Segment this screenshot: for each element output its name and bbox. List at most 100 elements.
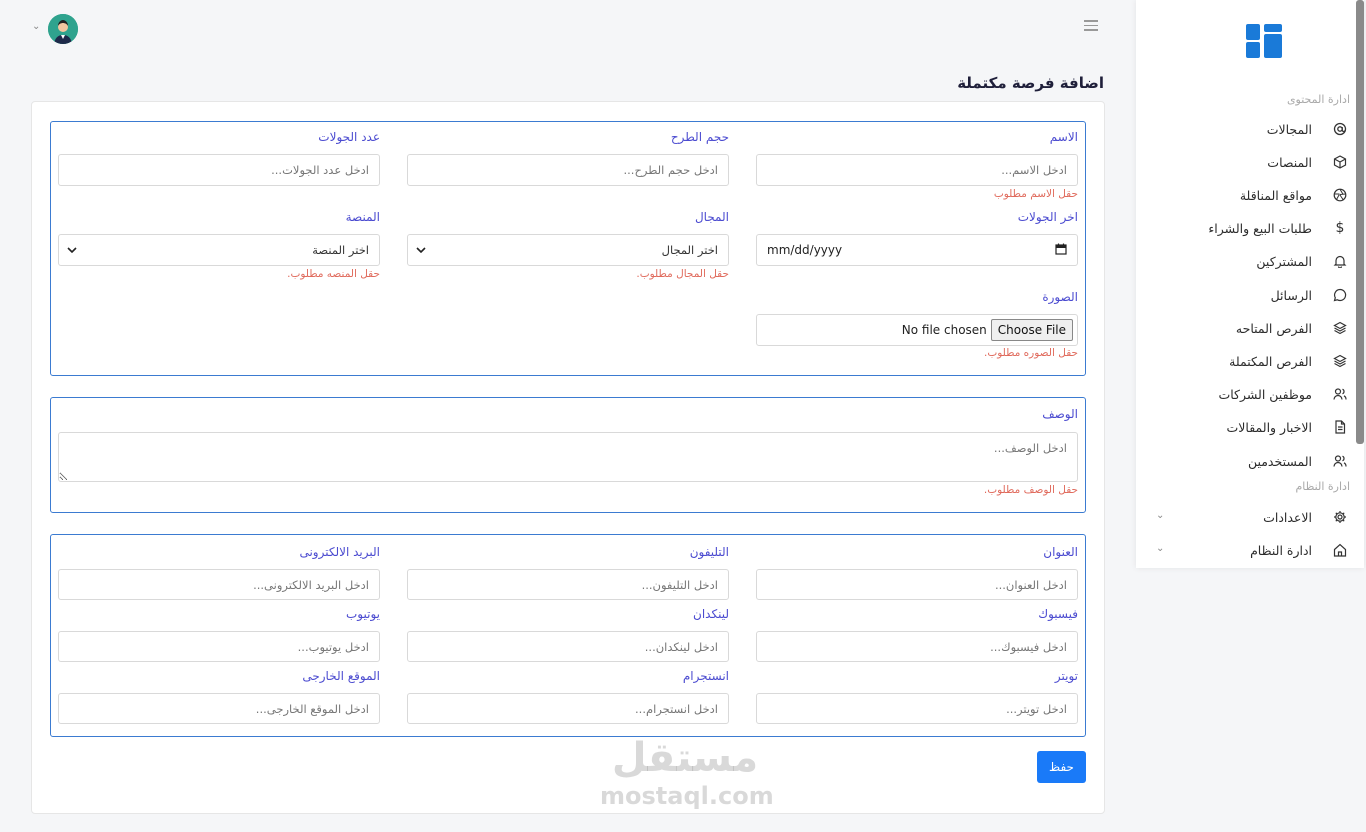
sidebar-scrollbar[interactable]	[1356, 0, 1364, 444]
youtube-input[interactable]	[58, 631, 380, 662]
sidebar-item-news-articles[interactable]: الاخبار والمقالات	[1138, 414, 1350, 440]
sidebar-item-label: الفرص المتاحه	[1235, 320, 1312, 336]
page-title: اضافة فرصة مكتملة	[957, 74, 1104, 92]
rounds-count-label: عدد الجولات	[318, 130, 380, 144]
bell-icon	[1330, 251, 1350, 271]
chevron-down-icon: ⌄	[1156, 543, 1165, 554]
chevron-down-icon[interactable]: ⌄	[32, 21, 40, 32]
platform-error: حقل المنصه مطلوب.	[287, 268, 380, 280]
file-icon	[1330, 417, 1350, 437]
sidebar-item-platforms[interactable]: المنصات	[1138, 149, 1350, 175]
pitch-size-input[interactable]	[407, 154, 729, 186]
sidebar-item-label: طلبات البيع والشراء	[1208, 220, 1312, 236]
description-error: حقل الوصف مطلوب.	[983, 484, 1078, 496]
layers-icon	[1330, 351, 1350, 371]
sidebar-item-system-admin[interactable]: ادارة النظام ⌄	[1138, 537, 1350, 563]
watermark-arabic: مستقل	[611, 735, 759, 781]
rounds-count-input[interactable]	[58, 154, 380, 186]
dollar-icon: $	[1335, 220, 1345, 236]
image-label: الصورة	[1042, 290, 1078, 304]
watermark: مستقل mostaql.com	[600, 734, 774, 810]
twitter-label: تويتر	[1054, 669, 1078, 683]
choose-file-button[interactable]: Choose File	[990, 319, 1073, 341]
sidebar-item-label: مواقع المناقلة	[1239, 187, 1312, 203]
users-icon	[1330, 451, 1350, 471]
platform-label: المنصة	[345, 210, 380, 224]
sidebar-item-fields[interactable]: المجالات	[1138, 116, 1350, 142]
field-error: حقل المجال مطلوب.	[636, 268, 729, 280]
image-error: حقل الصوره مطلوب.	[983, 347, 1078, 359]
website-label: الموقع الخارجى	[302, 669, 380, 683]
chevron-down-icon	[67, 245, 77, 256]
layers-icon	[1330, 318, 1350, 338]
chevron-down-icon	[416, 245, 426, 256]
box-icon	[1330, 152, 1350, 172]
sidebar-item-label: الرسائل	[1270, 287, 1312, 303]
chevron-down-icon: ⌄	[1156, 510, 1165, 521]
sidebar-item-label: الاخبار والمقالات	[1226, 419, 1313, 435]
email-input[interactable]	[58, 569, 380, 600]
section-title-system: ادارة النظام	[1295, 480, 1351, 493]
users-icon	[1330, 384, 1350, 404]
description-textarea[interactable]	[58, 432, 1078, 482]
name-label: الاسم	[1049, 130, 1078, 144]
sidebar-item-label: المنصات	[1267, 154, 1312, 170]
logo-icon[interactable]	[1246, 24, 1282, 60]
website-input[interactable]	[58, 693, 380, 724]
sidebar-item-label: موظفين الشركات	[1218, 386, 1312, 402]
platform-select-value: اختر المنصة	[312, 243, 369, 257]
save-button[interactable]: حفظ	[1037, 751, 1086, 783]
instagram-label: انستجرام	[682, 669, 729, 683]
aperture-icon	[1330, 185, 1350, 205]
watermark-latin: mostaql.com	[600, 782, 774, 810]
field-label: المجال	[694, 210, 729, 224]
phone-input[interactable]	[407, 569, 729, 600]
calendar-icon[interactable]	[1055, 243, 1067, 258]
facebook-label: فيسبوك	[1038, 607, 1078, 621]
sidebar-item-trade-requests[interactable]: $ طلبات البيع والشراء	[1138, 215, 1350, 241]
last-round-label: اخر الجولات	[1017, 210, 1078, 224]
gear-icon	[1330, 507, 1350, 527]
pitch-size-label: حجم الطرح	[670, 130, 729, 144]
section-title-content: ادارة المحتوى	[1286, 93, 1350, 106]
image-file-input[interactable]: No file chosen Choose File	[756, 314, 1078, 346]
sidebar-item-completed-opportunities[interactable]: الفرص المكتملة	[1138, 348, 1350, 374]
sidebar-item-subscribers[interactable]: المشتركين	[1138, 248, 1350, 274]
phone-label: التليفون	[689, 545, 729, 559]
platform-select[interactable]: اختر المنصة	[58, 234, 380, 266]
sidebar-item-label: المشتركين	[1256, 253, 1312, 269]
sidebar-item-messages[interactable]: الرسائل	[1138, 282, 1350, 308]
description-label: الوصف	[1042, 407, 1078, 421]
youtube-label: يوتيوب	[346, 607, 380, 621]
last-round-date-input[interactable]: mm/dd/yyyy	[756, 234, 1078, 266]
sidebar-item-transfer-sites[interactable]: مواقع المناقلة	[1138, 182, 1350, 208]
avatar[interactable]	[48, 14, 78, 44]
linkedin-label: لينكدان	[693, 607, 729, 621]
sidebar-item-label: الفرص المكتملة	[1229, 353, 1312, 369]
sidebar: ادارة المحتوى المجالات المنصات مواقع الم…	[1136, 0, 1364, 568]
name-input[interactable]	[756, 154, 1078, 186]
sidebar-item-settings[interactable]: الاعدادات ⌄	[1138, 504, 1350, 530]
sidebar-item-users[interactable]: المستخدمين	[1138, 448, 1350, 474]
linkedin-input[interactable]	[407, 631, 729, 662]
address-label: العنوان	[1043, 545, 1078, 559]
sidebar-item-available-opportunities[interactable]: الفرص المتاحه	[1138, 315, 1350, 341]
message-icon	[1330, 285, 1350, 305]
instagram-input[interactable]	[407, 693, 729, 724]
field-select[interactable]: اختر المجال	[407, 234, 729, 266]
email-label: البريد الالكترونى	[299, 545, 380, 559]
date-value: mm/dd/yyyy	[767, 243, 843, 257]
sidebar-item-label: المجالات	[1266, 121, 1312, 137]
file-status: No file chosen	[901, 323, 987, 337]
twitter-input[interactable]	[756, 693, 1078, 724]
sidebar-item-label: الاعدادات	[1263, 509, 1312, 525]
name-error: حقل الاسم مطلوب	[993, 188, 1078, 200]
field-select-value: اختر المجال	[661, 243, 718, 257]
home-icon	[1330, 540, 1350, 560]
at-icon	[1330, 119, 1350, 139]
sidebar-item-label: ادارة النظام	[1250, 542, 1312, 558]
facebook-input[interactable]	[756, 631, 1078, 662]
sidebar-item-company-employees[interactable]: موظفين الشركات	[1138, 381, 1350, 407]
address-input[interactable]	[756, 569, 1078, 600]
menu-icon[interactable]	[1084, 20, 1098, 32]
